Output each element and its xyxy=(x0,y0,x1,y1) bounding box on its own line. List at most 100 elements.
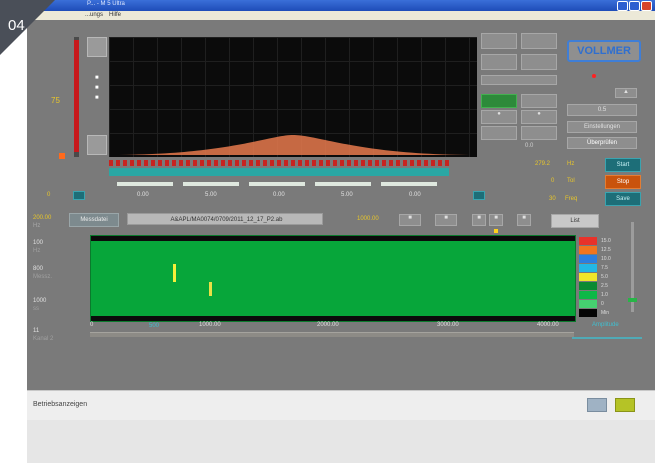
measure-file-label: Messdatei xyxy=(69,213,119,227)
nav-button-1[interactable]: ■ xyxy=(399,214,421,226)
timeline-bar[interactable] xyxy=(90,332,574,337)
scale-label-3: 0.00 xyxy=(273,192,285,198)
spectrogram-peak-1 xyxy=(173,264,176,282)
field-c-unit: Freq xyxy=(565,196,578,202)
position-value: 1000.00 xyxy=(357,216,379,222)
spectrogram-peak-2 xyxy=(209,282,212,296)
status-button-1[interactable] xyxy=(587,398,607,412)
save-button[interactable]: Save xyxy=(605,192,641,206)
scope-left-value: 75 xyxy=(51,96,60,105)
x-tick-1: 1000.00 xyxy=(199,322,221,328)
scale-label-2: 5.00 xyxy=(205,192,217,198)
control-button-4[interactable] xyxy=(521,54,557,70)
legend-label-3: 10.0 xyxy=(601,256,611,262)
control-button-3[interactable] xyxy=(481,54,517,70)
axis-sub-4: Kanal 2 xyxy=(33,336,54,342)
file-path-field[interactable]: A&APL/MA0074/0709/2011_12_17_P2.ab xyxy=(127,213,323,225)
legend-label-4: 7.5 xyxy=(601,265,608,271)
close-button[interactable] xyxy=(641,1,652,11)
control-button-7[interactable]: ● xyxy=(521,110,557,124)
small-arrow-button[interactable]: ▲ xyxy=(615,88,637,98)
cursor-marker xyxy=(494,229,498,233)
axis-value-1: 100 xyxy=(33,240,44,246)
scale-label-1: 0.00 xyxy=(137,192,149,198)
legend-label-8: 0 xyxy=(601,301,604,307)
stop-button[interactable]: Stop xyxy=(605,175,641,189)
toolbar-left-sub: Hz xyxy=(33,223,41,229)
scope-marker-1: ■ xyxy=(95,75,99,81)
maximize-button[interactable] xyxy=(629,1,640,11)
status-text: Betriebsanzeigen xyxy=(33,401,88,408)
spectrogram-display xyxy=(90,235,576,322)
control-button-6[interactable]: ● xyxy=(481,110,517,124)
field-c-value: 30 xyxy=(549,196,556,202)
control-button-9[interactable] xyxy=(521,126,557,140)
axis-value-4: 11 xyxy=(33,328,40,334)
scale-label-4: 5.00 xyxy=(341,192,353,198)
field-b-unit: Tol xyxy=(567,178,575,184)
nav-button-4[interactable]: ■ xyxy=(489,214,503,226)
x-tick-3: 3000.00 xyxy=(437,322,459,328)
legend-label-6: 2.5 xyxy=(601,283,608,289)
check-button[interactable]: Überprüfen xyxy=(567,137,637,149)
legend-swatch-1 xyxy=(579,237,597,245)
legend-label-2: 12.5 xyxy=(601,247,611,253)
step-number: 04 xyxy=(8,17,25,34)
axis-sub-2: Messz. xyxy=(33,274,53,280)
menu-item-1[interactable]: ...ungs xyxy=(85,12,103,18)
green-toggle-button[interactable] xyxy=(481,94,517,108)
legend-label-7: 1.0 xyxy=(601,292,608,298)
app-window: P... - M 5 Ultra ...ungs Hilfe 75 ■ ■ ■ … xyxy=(27,0,655,420)
scope-marker-3: ■ xyxy=(95,95,99,101)
control-button-2[interactable] xyxy=(521,33,557,49)
control-button-1[interactable] xyxy=(481,33,517,49)
slider-thumb[interactable] xyxy=(59,153,65,159)
legend-label-1: 15.0 xyxy=(601,238,611,244)
scope-up-button[interactable] xyxy=(87,37,107,57)
nav-button-3[interactable]: ■ xyxy=(472,214,486,226)
menu-bar: ...ungs Hilfe xyxy=(27,11,655,20)
legend-swatch-2 xyxy=(579,246,597,254)
menu-item-help[interactable]: Hilfe xyxy=(109,12,121,18)
start-button[interactable]: Start xyxy=(605,158,641,172)
x-tick-2: 2000.00 xyxy=(317,322,339,328)
settings-button[interactable]: Einstellungen xyxy=(567,121,637,133)
axis-value-2: 800 xyxy=(33,266,44,272)
field-a-unit: Hz xyxy=(567,161,575,167)
waveform-display xyxy=(109,37,477,157)
control-button-5[interactable] xyxy=(521,94,557,108)
legend-label-5: 5.0 xyxy=(601,274,608,280)
axis-sub-3: ss xyxy=(33,306,39,312)
axis-value-3: 1000 xyxy=(33,298,47,304)
control-button-8[interactable] xyxy=(481,126,517,140)
footer-area xyxy=(27,420,655,463)
title-bar: P... - M 5 Ultra xyxy=(27,0,655,11)
legend-swatch-9 xyxy=(579,309,597,317)
level-slider-fill xyxy=(74,40,79,152)
right-link xyxy=(572,337,642,339)
marker-strip xyxy=(109,160,449,166)
toolbar-left-label: 200.00 xyxy=(33,215,52,221)
nav-button-5[interactable]: ■ xyxy=(517,214,531,226)
scale-bars xyxy=(117,182,447,186)
x-tick-4: 4000.00 xyxy=(537,322,559,328)
teal-track xyxy=(109,168,449,176)
legend-swatch-5 xyxy=(579,273,597,281)
control-bar[interactable] xyxy=(481,75,557,85)
status-button-2[interactable] xyxy=(615,398,635,412)
legend-label-9: Min xyxy=(601,310,610,316)
nav-button-2[interactable]: ■ xyxy=(435,214,457,226)
scope-left-indicator xyxy=(73,191,85,200)
scale-label-5: 0.00 xyxy=(409,192,421,198)
x-tick-mark: 500 xyxy=(149,323,160,329)
list-button[interactable]: List xyxy=(551,214,599,228)
right-caption: Amplitude xyxy=(592,322,619,328)
legend-swatch-8 xyxy=(579,300,597,308)
level-meter-fill xyxy=(628,298,637,302)
status-bar: Betriebsanzeigen xyxy=(27,390,655,420)
legend-swatch-6 xyxy=(579,282,597,290)
minimize-button[interactable] xyxy=(617,1,628,11)
value-button[interactable]: 0.5 xyxy=(567,104,637,116)
scope-down-button[interactable] xyxy=(87,135,107,155)
waveform-curve xyxy=(109,135,477,155)
